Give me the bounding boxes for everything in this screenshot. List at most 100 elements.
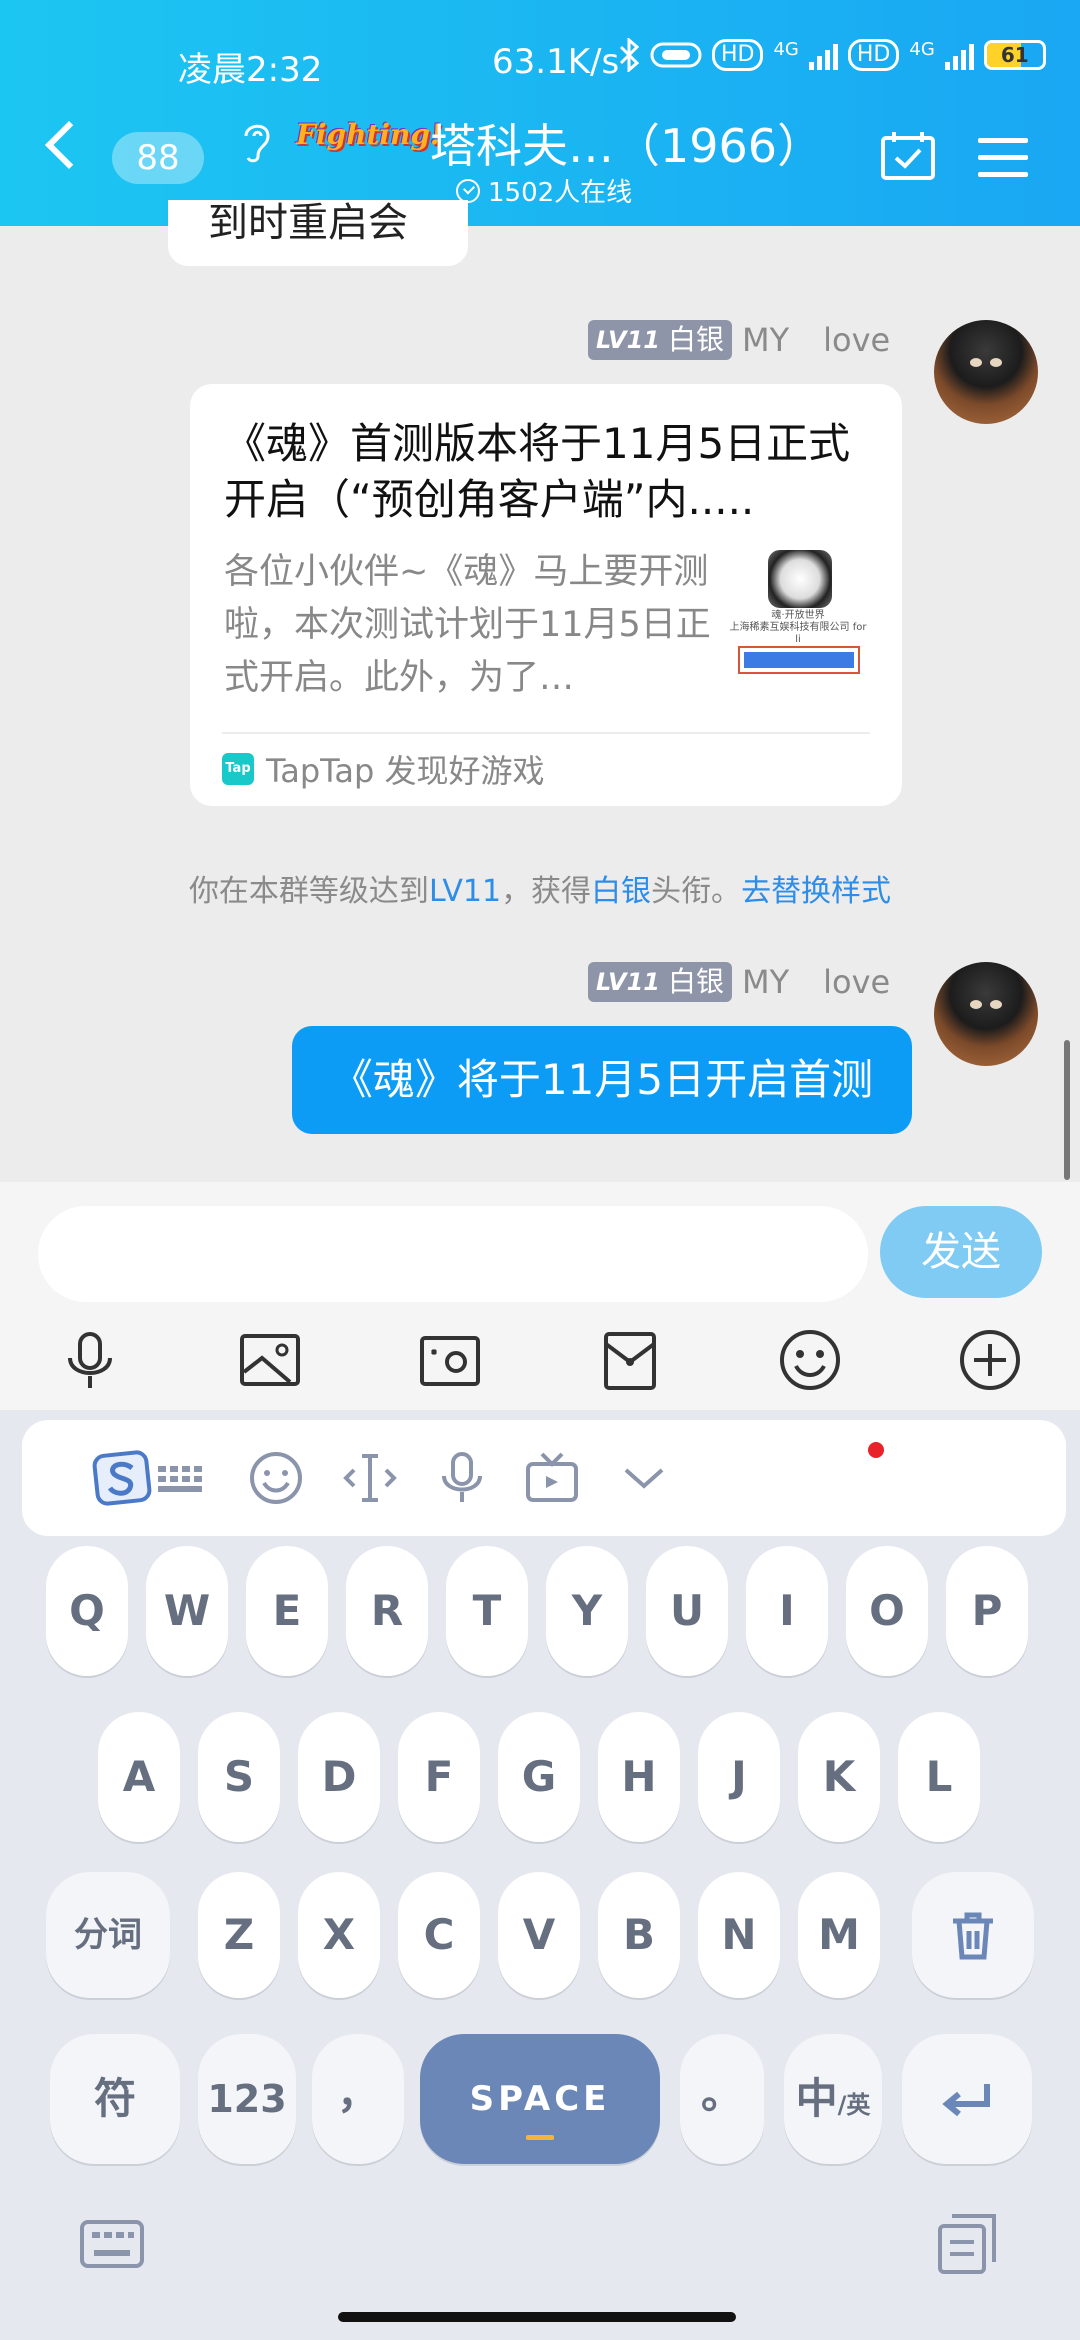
bluetooth-icon [619,38,640,72]
card-description: 各位小伙伴~《魂》马上要开测啦，本次测试计划于11月5日正式开启。此外，为了… [224,552,711,698]
key-enter[interactable] [902,2034,1032,2164]
avatar[interactable] [934,962,1038,1066]
key-segment[interactable]: 分词 [46,1872,170,1998]
lang-main: 中 [795,2074,838,2123]
key-l[interactable]: L [898,1712,980,1842]
message-input[interactable] [38,1206,868,1302]
signal-icon-2 [944,40,974,70]
space-label: SPACE [469,2079,611,2119]
key-i[interactable]: I [746,1546,828,1676]
cursor-move-icon[interactable] [340,1448,400,1508]
key-r[interactable]: R [346,1546,428,1676]
thumbnail-button [738,646,860,674]
key-s[interactable]: S [198,1712,280,1842]
key-g[interactable]: G [498,1712,580,1842]
keyboard-grid-icon[interactable] [152,1448,212,1508]
game-logo [768,550,832,608]
link-icon [650,42,702,68]
replace-style-link[interactable]: 去替换样式 [741,874,891,909]
avatar[interactable] [934,320,1038,424]
chevron-down-icon[interactable] [614,1448,674,1508]
image-icon[interactable] [238,1328,302,1392]
shared-link-card[interactable]: 《魂》首测版本将于11月5日正式开启（“预创角客户端”内..... 各位小伙伴~… [190,384,902,806]
sogou-logo-icon[interactable] [92,1448,152,1508]
key-m[interactable]: M [798,1872,880,1998]
status-time: 凌晨2:32 [178,50,323,90]
key-c[interactable]: C [398,1872,480,1998]
send-button[interactable]: 发送 [880,1206,1042,1298]
status-icons: HD 4G HD 4G 61 [618,38,1046,72]
key-numbers[interactable]: 123 [198,2034,296,2164]
my-message-bubble[interactable]: 《魂》将于11月5日开启首测 [292,1026,912,1134]
notice-level: LV11 [428,874,502,909]
battery-icon: 61 [983,40,1046,70]
key-space[interactable]: SPACE [420,2034,660,2164]
ear-icon[interactable] [240,118,274,166]
trash-delete-icon [953,1912,993,1960]
key-comma[interactable]: ， [312,2034,404,2164]
online-status: 1502人在线 [456,172,632,209]
key-h[interactable]: H [598,1712,680,1842]
input-bar: 发送 [0,1182,1080,1410]
key-k[interactable]: K [798,1712,880,1842]
online-check-icon [456,178,480,203]
key-x[interactable]: X [298,1872,380,1998]
group-logo: Fighting! [296,118,443,151]
calendar-check-icon[interactable] [880,130,936,180]
menu-icon[interactable] [978,138,1028,178]
key-t[interactable]: T [446,1546,528,1676]
previous-message-bubble: 到时重启会 [168,200,468,266]
system-notice: 你在本群等级达到LV11，获得白银头衔。去替换样式 [0,866,1080,910]
key-b[interactable]: B [598,1872,680,1998]
camera-icon[interactable] [418,1328,482,1392]
key-u[interactable]: U [646,1546,728,1676]
key-j[interactable]: J [698,1712,780,1842]
voice-input-icon[interactable] [432,1448,492,1508]
network-type-1: 4G [773,38,799,60]
key-y[interactable]: Y [546,1546,628,1676]
key-o[interactable]: O [846,1546,928,1676]
key-f[interactable]: F [398,1712,480,1842]
plus-circle-icon[interactable] [958,1328,1022,1392]
key-w[interactable]: W [146,1546,228,1676]
emoji-icon[interactable] [778,1328,842,1392]
network-type-2: 4G [909,38,935,60]
key-q[interactable]: Q [46,1546,128,1676]
network-speed: 63.1K/s [492,42,620,82]
signal-icon [808,40,838,70]
key-symbol[interactable]: 符 [50,2034,180,2164]
scrollbar[interactable] [1064,1040,1070,1180]
home-indicator[interactable] [338,2312,736,2322]
tv-ad-icon[interactable] [522,1448,582,1508]
key-e[interactable]: E [246,1546,328,1676]
key-d[interactable]: D [298,1712,380,1842]
top-bar: 凌晨2:32 63.1K/s HD 4G HD 4G 61 88 Fightin… [0,0,1080,226]
key-n[interactable]: N [698,1872,780,1998]
key-z[interactable]: Z [198,1872,280,1998]
status-bar: 凌晨2:32 63.1K/s HD 4G HD 4G 61 [0,38,1080,90]
enter-icon [942,2084,990,2117]
key-period[interactable]: 。 [680,2034,764,2164]
emoji-face-icon[interactable] [246,1448,306,1508]
level-badge: LV11 白银 [588,320,732,360]
thumbnail-caption: 魂·开放世界 上海稀素互娱科技有限公司 for li [729,610,867,645]
key-a[interactable]: A [98,1712,180,1842]
message-sender: LV11 白银 MY love [588,320,890,360]
group-title[interactable]: 塔科夫…（1966） [430,110,823,176]
red-packet-icon[interactable] [598,1328,662,1392]
notice-prefix: 你在本群等级达到 [188,874,429,909]
notification-dot [868,1442,884,1458]
key-delete[interactable] [912,1872,1034,1998]
key-v[interactable]: V [498,1872,580,1998]
sender-name-suffix: love [823,321,891,359]
battery-level: 61 [1000,43,1029,67]
sender-name-suffix: love [823,963,891,1001]
key-p[interactable]: P [946,1546,1028,1676]
key-language-switch[interactable]: 中/英 [784,2034,882,2164]
microphone-icon[interactable] [58,1328,122,1392]
back-arrow-icon[interactable] [44,120,94,170]
keyboard-hide-icon[interactable] [80,2218,144,2270]
input-tools [0,1328,1080,1398]
clipboard-icon[interactable] [936,2212,1000,2276]
unread-count-badge[interactable]: 88 [112,132,204,184]
